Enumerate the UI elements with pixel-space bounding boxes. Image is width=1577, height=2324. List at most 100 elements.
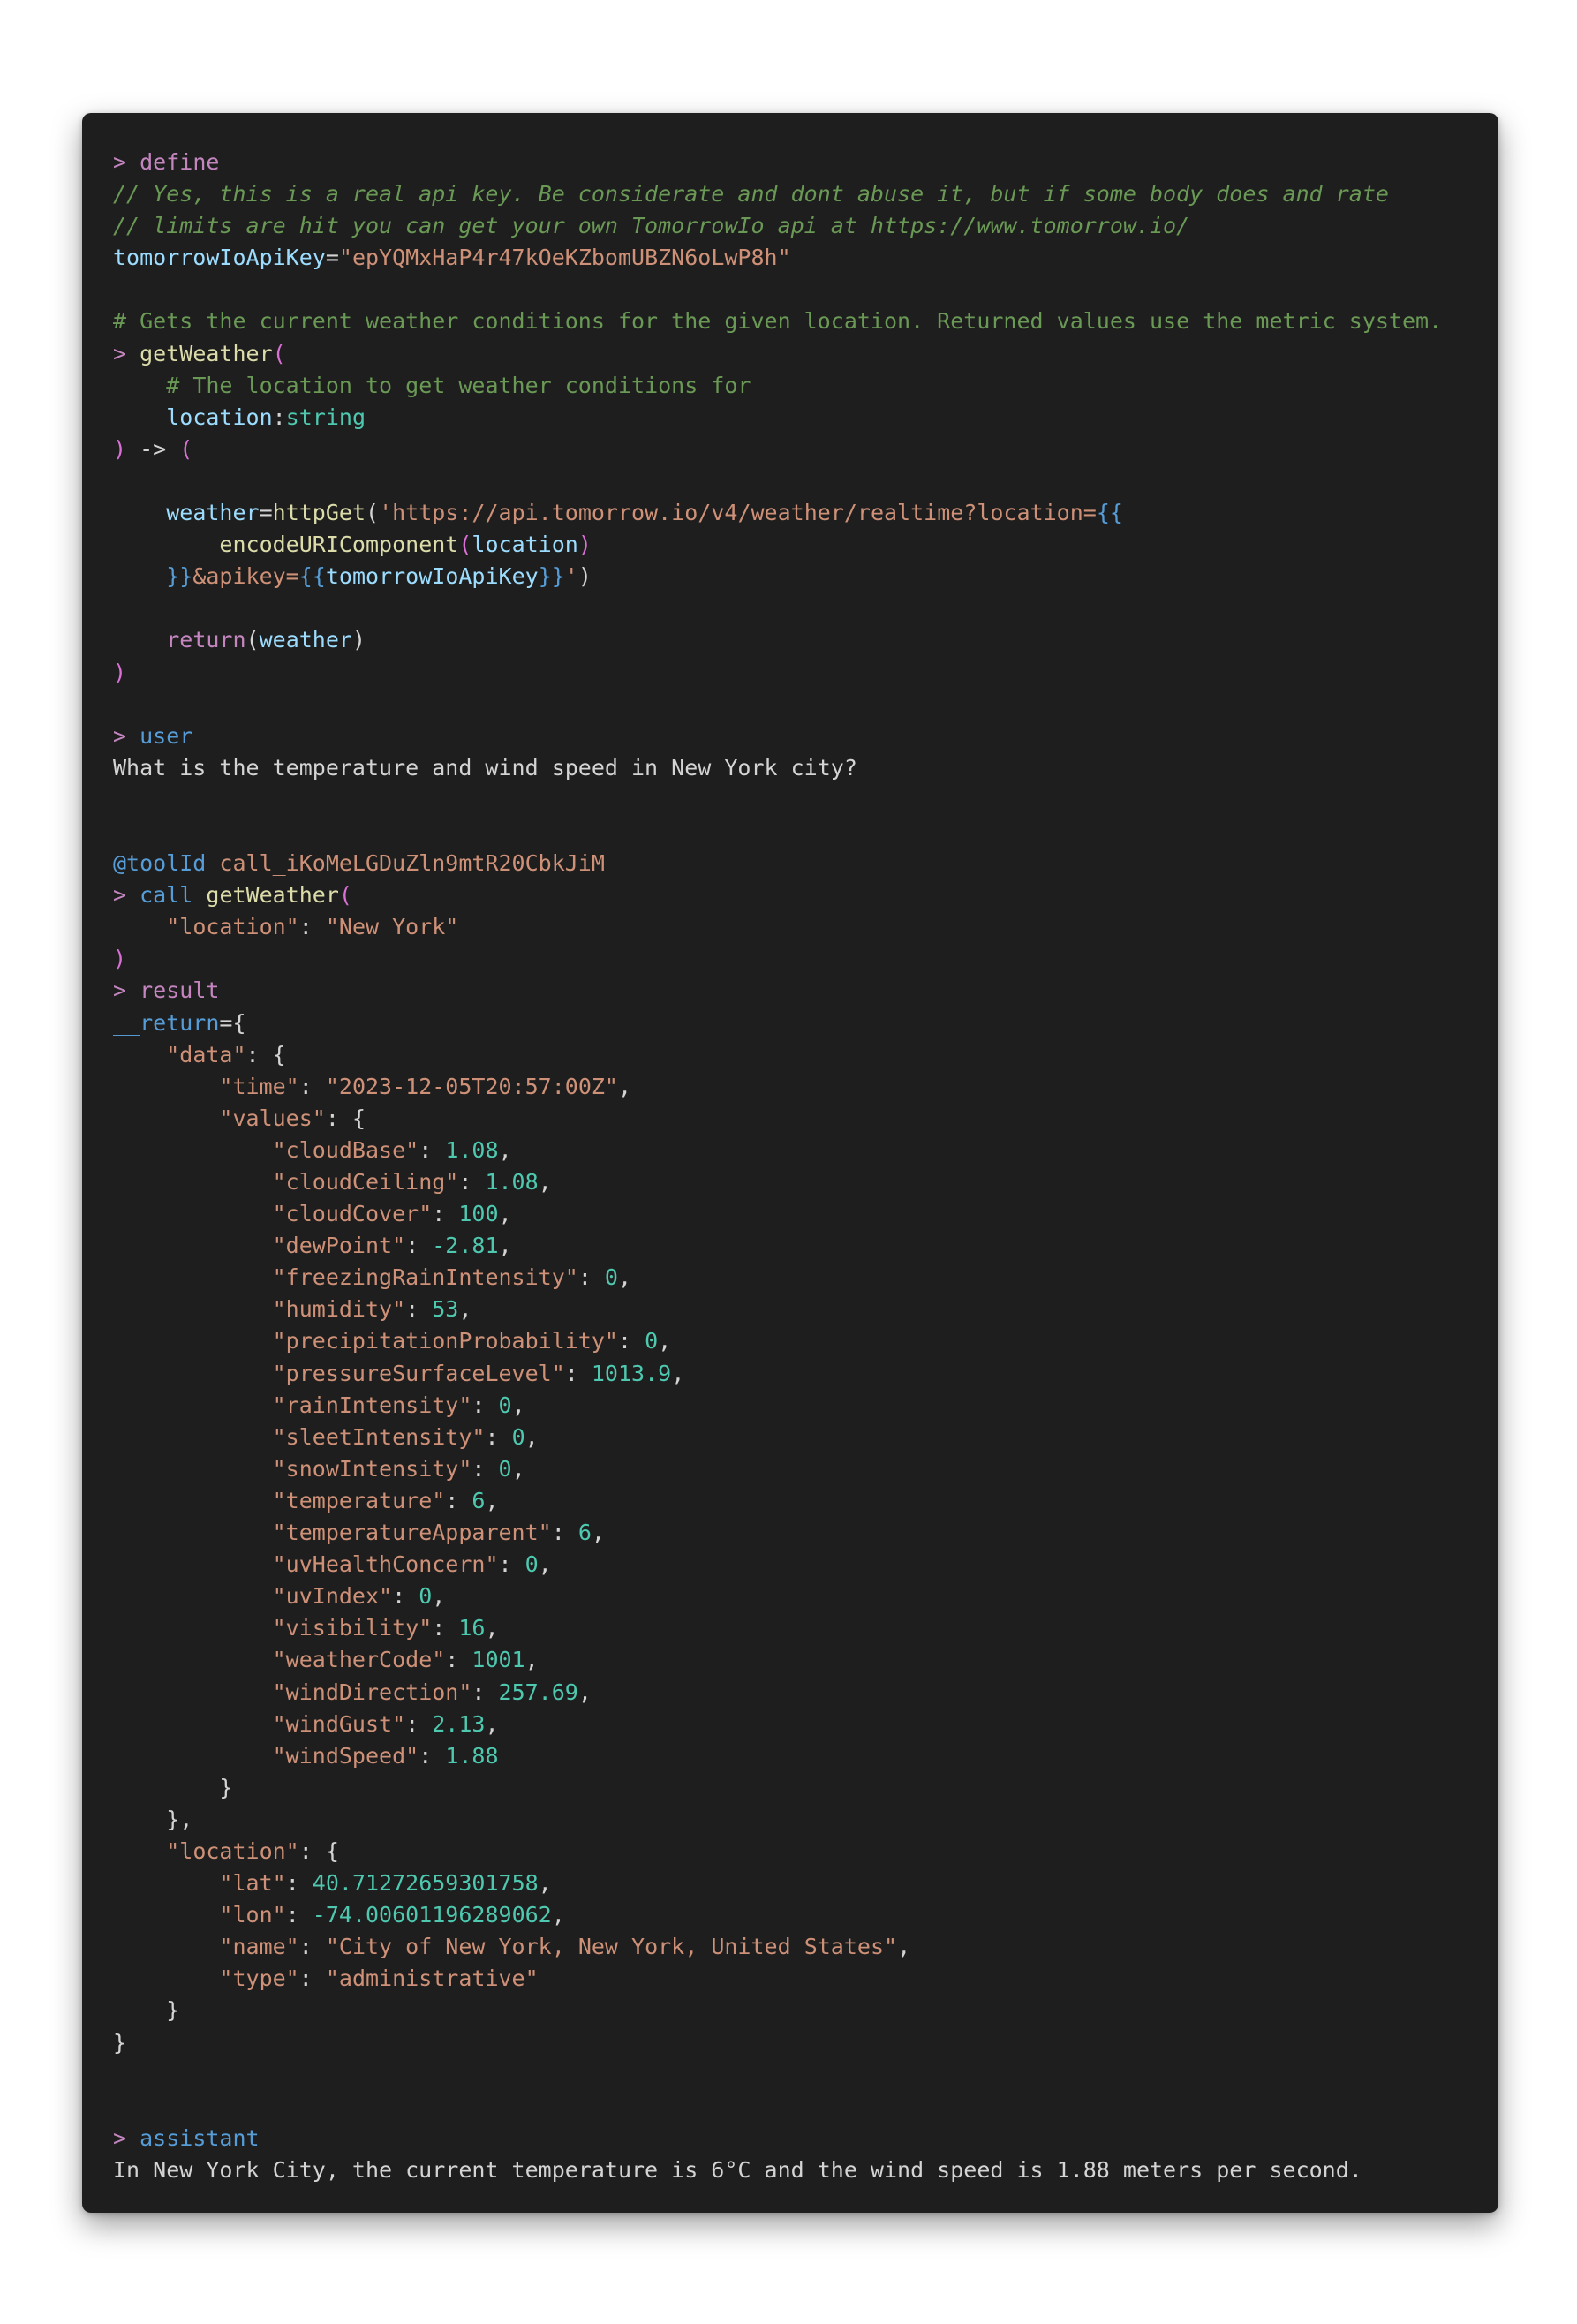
param-comment-line: # The location to get weather conditions… — [113, 370, 1442, 402]
json-lon-key: "lon" — [219, 1902, 286, 1928]
assistant-header: assistant — [140, 2124, 260, 2151]
json-value-number: 0 — [419, 1583, 433, 1610]
url-apikey: &apikey= — [192, 563, 299, 590]
json-data-key: "data" — [166, 1041, 246, 1068]
json-value-comma: , — [485, 1710, 499, 1737]
json-value-comma: , — [538, 1551, 552, 1578]
json-value-row: "snowIntensity": 0, — [272, 1455, 525, 1482]
json-value-number: 16 — [458, 1615, 486, 1641]
json-value-comma: , — [617, 1264, 632, 1291]
json-location-close: } — [113, 1997, 180, 2024]
param-type: string — [285, 404, 366, 430]
json-value-comma: , — [538, 1169, 552, 1195]
json-value-key: "cloudCeiling" — [272, 1169, 459, 1195]
url-end: ' — [564, 563, 578, 590]
json-value-key: "temperature" — [272, 1487, 446, 1513]
fn-arrow-line: ) -> ( — [113, 435, 193, 462]
json-value-number: 0 — [498, 1392, 512, 1418]
json-value-comma: , — [432, 1583, 446, 1610]
api-key-comment-2: // limits are hit you can get your own T… — [113, 213, 1190, 239]
encode-fn: encodeURIComponent — [219, 532, 459, 558]
json-value-number: 0 — [645, 1328, 659, 1354]
json-value-comma: , — [511, 1392, 525, 1418]
api-key-value: "epYQMxHaP4r47kOeKZbomUBZN6oLwP8h" — [338, 245, 791, 271]
encode-line: encodeURIComponent(location) — [219, 532, 592, 558]
json-value-key: "rainIntensity" — [272, 1392, 472, 1418]
json-value-key: "uvIndex" — [272, 1583, 393, 1610]
url-start: 'https://api.tomorrow.io/v4/weather/real… — [379, 500, 1097, 526]
json-value-key: "uvHealthConcern" — [272, 1551, 499, 1578]
json-value-row: "uvIndex": 0, — [272, 1583, 446, 1610]
json-value-number: 0 — [524, 1551, 539, 1578]
json-value-row: "humidity": 53, — [272, 1296, 472, 1323]
json-value-row: "windDirection": 257.69, — [272, 1679, 592, 1705]
json-value-key: "windSpeed" — [272, 1742, 419, 1769]
json-value-comma: , — [511, 1455, 525, 1482]
param-line: location:string — [166, 404, 366, 430]
code-document[interactable]: > define // Yes, this is a real api key. … — [113, 147, 1442, 2186]
call-arg-value: "New York" — [325, 914, 459, 940]
json-value-key: "snowIntensity" — [272, 1455, 472, 1482]
json-value-row: "temperature": 6, — [272, 1487, 499, 1513]
json-type-key: "type" — [219, 1966, 299, 1992]
json-value-comma: , — [498, 1201, 512, 1227]
json-value-comma: , — [671, 1360, 685, 1386]
call-fn: getWeather — [206, 882, 339, 909]
json-value-row: "windGust": 2.13, — [272, 1710, 499, 1737]
json-value-key: "temperatureApparent" — [272, 1520, 552, 1546]
assistant-header-line: > assistant — [113, 2124, 260, 2151]
json-value-key: "pressureSurfaceLevel" — [272, 1360, 565, 1386]
json-value-key: "sleetIntensity" — [272, 1423, 486, 1450]
result-header-line: > result — [113, 977, 220, 1004]
define-header: define — [140, 149, 220, 175]
json-name-key: "name" — [219, 1934, 299, 1960]
json-value-key: "dewPoint" — [272, 1233, 406, 1259]
api-key-name: tomorrowIoApiKey — [113, 245, 326, 271]
json-value-number: 53 — [432, 1296, 459, 1323]
json-value-row: "dewPoint": -2.81, — [272, 1233, 512, 1259]
json-value-comma: , — [658, 1328, 672, 1354]
tool-id-label: @toolId — [113, 850, 207, 877]
json-value-number: 100 — [458, 1201, 499, 1227]
http-fn: httpGet — [272, 500, 366, 526]
json-value-comma: , — [577, 1679, 592, 1705]
json-data-open: "data": { — [166, 1041, 286, 1068]
code-editor-window: > define // Yes, this is a real api key. … — [82, 113, 1498, 2213]
json-value-comma: , — [524, 1423, 539, 1450]
call-close-line: ) — [113, 946, 127, 972]
tool-id-value: call_iKoMeLGDuZln9mtR20CbkJiM — [219, 850, 605, 877]
json-value-row: "uvHealthConcern": 0, — [272, 1551, 552, 1578]
call-arg-key: "location" — [166, 914, 299, 940]
http-get-line: weather=httpGet('https://api.tomorrow.io… — [166, 500, 1123, 526]
json-values-open: "values": { — [219, 1105, 366, 1131]
json-value-key: "visibility" — [272, 1615, 433, 1641]
json-value-number: 6 — [472, 1487, 486, 1513]
return-arg: weather — [259, 627, 352, 653]
param-name: location — [166, 404, 273, 430]
json-time-value: "2023-12-05T20:57:00Z" — [325, 1073, 618, 1099]
return-var: __return — [113, 1009, 220, 1036]
api-key-comment-1: // Yes, this is a real api key. Be consi… — [113, 181, 1389, 208]
return-line: return(weather) — [166, 627, 366, 653]
json-value-comma: , — [485, 1615, 499, 1641]
json-value-key: "freezingRainIntensity" — [272, 1264, 578, 1291]
json-value-number: 1013.9 — [591, 1360, 672, 1386]
json-value-number: 1.08 — [485, 1169, 539, 1195]
json-time-line: "time": "2023-12-05T20:57:00Z", — [219, 1073, 632, 1099]
json-value-key: "precipitationProbability" — [272, 1328, 618, 1354]
fn-close-line: ) — [113, 659, 127, 685]
json-value-comma: , — [524, 1647, 539, 1673]
json-type-line: "type": "administrative" — [219, 1966, 539, 1992]
json-value-comma: , — [485, 1487, 499, 1513]
json-value-key: "humidity" — [272, 1296, 406, 1323]
assistant-message: In New York City, the current temperatur… — [113, 2156, 1362, 2183]
json-value-key: "weatherCode" — [272, 1647, 446, 1673]
json-value-number: 1.88 — [445, 1742, 499, 1769]
json-lat-key: "lat" — [219, 1870, 286, 1897]
